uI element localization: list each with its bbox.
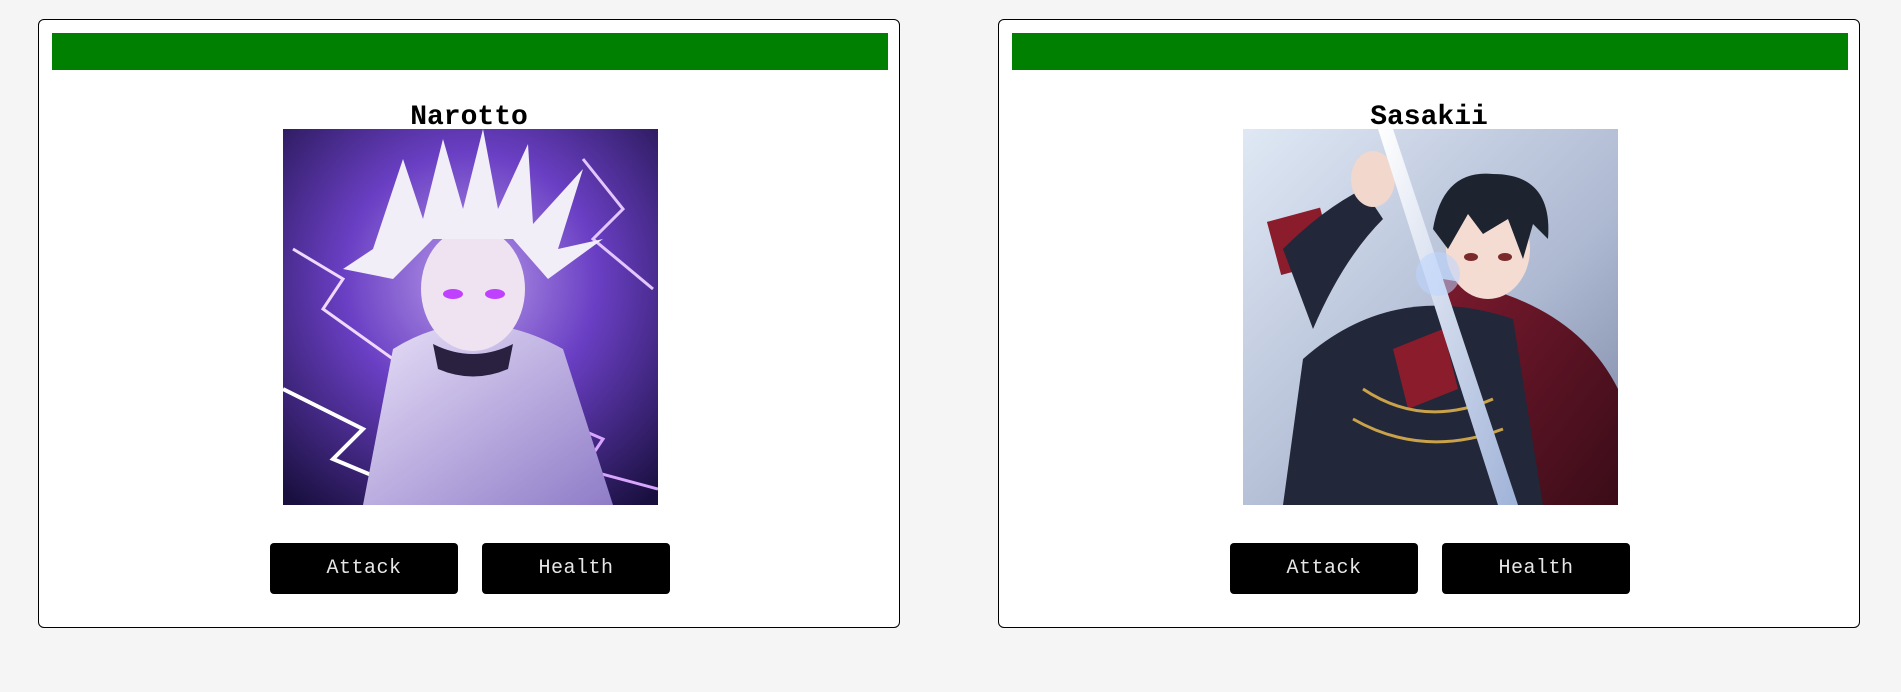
portrait-image <box>1243 129 1618 505</box>
health-button[interactable]: Health <box>482 543 670 594</box>
attack-button[interactable]: Attack <box>270 543 458 594</box>
portrait-image <box>283 129 658 505</box>
health-button[interactable]: Health <box>1442 543 1630 594</box>
health-bar-fill <box>1012 33 1848 70</box>
health-bar <box>1012 33 1848 70</box>
character-portrait <box>1243 129 1618 505</box>
health-bar-fill <box>52 33 888 70</box>
character-card-narotto: Narotto Attack Health <box>38 19 900 628</box>
character-portrait <box>283 129 658 505</box>
attack-button[interactable]: Attack <box>1230 543 1418 594</box>
character-card-sasakii: Sasakii Attack Health <box>998 19 1860 628</box>
health-bar <box>52 33 888 70</box>
